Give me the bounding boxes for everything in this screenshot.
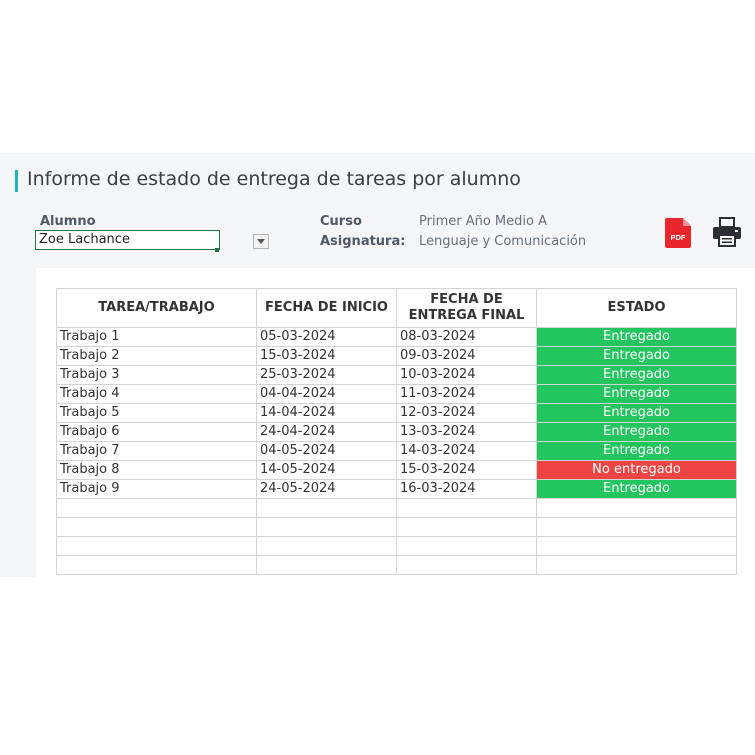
end-date-cell[interactable]: 15-03-2024 [396, 460, 537, 480]
table-row: Trabajo 1 05-03-2024 08-03-2024 Entregado [56, 327, 737, 347]
task-cell[interactable] [56, 536, 257, 556]
task-cell[interactable]: Trabajo 6 [56, 422, 257, 442]
pdf-export-button[interactable]: PDF [665, 218, 691, 248]
status-cell[interactable]: Entregado [536, 479, 737, 499]
start-date-cell[interactable]: 04-05-2024 [256, 441, 397, 461]
end-date-cell[interactable] [396, 517, 537, 537]
table-row [56, 517, 737, 537]
table-row: Trabajo 9 24-05-2024 16-03-2024 Entregado [56, 479, 737, 499]
print-button[interactable] [712, 217, 742, 247]
end-date-cell[interactable] [396, 498, 537, 518]
table-row: Trabajo 5 14-04-2024 12-03-2024 Entregado [56, 403, 737, 423]
printer-icon [713, 217, 741, 247]
start-date-cell[interactable]: 15-03-2024 [256, 346, 397, 366]
table-row [56, 555, 737, 575]
status-cell[interactable] [536, 498, 737, 518]
table-header-row: TAREA/TRABAJO FECHA DE INICIO FECHA DE E… [56, 288, 737, 328]
task-cell[interactable]: Trabajo 2 [56, 346, 257, 366]
task-cell[interactable]: Trabajo 5 [56, 403, 257, 423]
student-select[interactable]: Zoe Lachance [35, 230, 269, 252]
start-date-cell[interactable]: 24-05-2024 [256, 479, 397, 499]
table-row [56, 536, 737, 556]
start-date-cell[interactable] [256, 517, 397, 537]
end-date-cell[interactable]: 14-03-2024 [396, 441, 537, 461]
dropdown-button[interactable] [253, 234, 269, 249]
status-cell[interactable]: Entregado [536, 441, 737, 461]
start-date-cell[interactable] [256, 536, 397, 556]
status-cell[interactable] [536, 536, 737, 556]
status-cell[interactable] [536, 517, 737, 537]
subject-value: Lenguaje y Comunicación [419, 234, 587, 249]
task-cell[interactable]: Trabajo 9 [56, 479, 257, 499]
table-row [56, 498, 737, 518]
course-value: Primer Año Medio A [419, 214, 547, 229]
task-cell[interactable]: Trabajo 7 [56, 441, 257, 461]
end-date-cell[interactable]: 11-03-2024 [396, 384, 537, 404]
task-cell[interactable] [56, 498, 257, 518]
tasks-table: TAREA/TRABAJO FECHA DE INICIO FECHA DE E… [56, 288, 737, 575]
task-cell[interactable] [56, 517, 257, 537]
table-row: Trabajo 8 14-05-2024 15-03-2024 No entregad… [56, 460, 737, 480]
end-date-cell[interactable]: 08-03-2024 [396, 327, 537, 347]
status-cell[interactable]: Entregado [536, 403, 737, 423]
start-date-cell[interactable]: 04-04-2024 [256, 384, 397, 404]
end-date-cell[interactable] [396, 536, 537, 556]
start-date-cell[interactable]: 25-03-2024 [256, 365, 397, 385]
end-date-cell[interactable] [396, 555, 537, 575]
status-cell[interactable]: Entregado [536, 346, 737, 366]
status-cell[interactable]: Entregado [536, 384, 737, 404]
status-cell[interactable]: No entregado [536, 460, 737, 480]
student-select-value[interactable]: Zoe Lachance [35, 230, 220, 250]
status-cell[interactable] [536, 555, 737, 575]
table-row: Trabajo 6 24-04-2024 13-03-2024 Entregado [56, 422, 737, 442]
cell-fill-handle[interactable] [215, 248, 219, 252]
header-start-date: FECHA DE INICIO [256, 288, 397, 328]
header-end-date: FECHA DE ENTREGA FINAL [396, 288, 537, 328]
course-label: Curso [320, 214, 362, 229]
header-status: ESTADO [536, 288, 737, 328]
task-cell[interactable]: Trabajo 1 [56, 327, 257, 347]
table-row: Trabajo 3 25-03-2024 10-03-2024 Entregado [56, 365, 737, 385]
page-title: Informe de estado de entrega de tareas p… [27, 168, 521, 190]
status-cell[interactable]: Entregado [536, 365, 737, 385]
task-cell[interactable]: Trabajo 3 [56, 365, 257, 385]
task-cell[interactable] [56, 555, 257, 575]
chevron-down-icon [257, 239, 265, 244]
task-cell[interactable]: Trabajo 8 [56, 460, 257, 480]
pdf-icon-text: PDF [671, 233, 686, 242]
start-date-cell[interactable] [256, 555, 397, 575]
end-date-cell[interactable]: 16-03-2024 [396, 479, 537, 499]
end-date-cell[interactable]: 10-03-2024 [396, 365, 537, 385]
student-label: Alumno [40, 214, 96, 229]
header-task: TAREA/TRABAJO [56, 288, 257, 328]
end-date-cell[interactable]: 12-03-2024 [396, 403, 537, 423]
table-row: Trabajo 7 04-05-2024 14-03-2024 Entregado [56, 441, 737, 461]
end-date-cell[interactable]: 13-03-2024 [396, 422, 537, 442]
table-row: Trabajo 2 15-03-2024 09-03-2024 Entregado [56, 346, 737, 366]
start-date-cell[interactable] [256, 498, 397, 518]
end-date-cell[interactable]: 09-03-2024 [396, 346, 537, 366]
title-accent-bar [15, 170, 18, 192]
start-date-cell[interactable]: 24-04-2024 [256, 422, 397, 442]
status-cell[interactable]: Entregado [536, 327, 737, 347]
task-cell[interactable]: Trabajo 4 [56, 384, 257, 404]
subject-label: Asignatura: [320, 234, 406, 249]
table-row: Trabajo 4 04-04-2024 11-03-2024 Entregado [56, 384, 737, 404]
start-date-cell[interactable]: 05-03-2024 [256, 327, 397, 347]
start-date-cell[interactable]: 14-04-2024 [256, 403, 397, 423]
start-date-cell[interactable]: 14-05-2024 [256, 460, 397, 480]
pdf-icon: PDF [665, 218, 691, 248]
status-cell[interactable]: Entregado [536, 422, 737, 442]
